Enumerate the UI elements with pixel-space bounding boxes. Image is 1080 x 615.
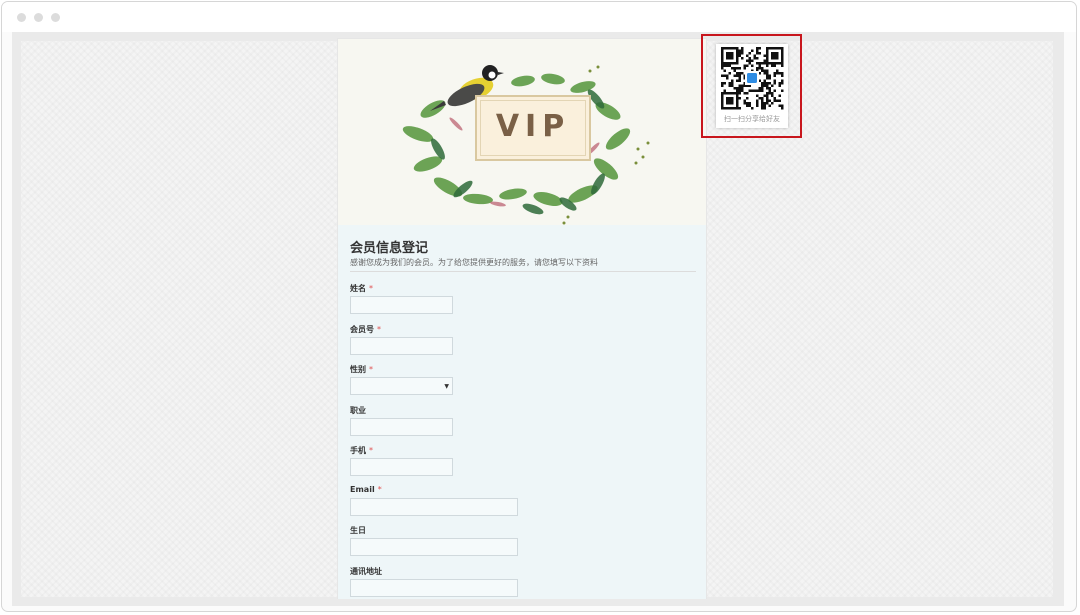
qr-share-panel[interactable]: 扫一扫分享给好友 [716, 44, 788, 128]
vip-badge: VIP [475, 95, 591, 161]
vip-text: VIP [495, 109, 571, 144]
field-label-email: Email * [350, 485, 382, 494]
field-label-birthday: 生日 [350, 526, 366, 535]
form-description: 感谢您成为我们的会员。为了给您提供更好的服务，请您填写以下资料 [350, 258, 598, 267]
field-label-phone: 手机 * [350, 446, 373, 455]
gender-select[interactable]: ▼ [350, 377, 453, 395]
required-mark: * [369, 365, 373, 374]
required-mark: * [369, 284, 373, 293]
field-label-gender: 性别 * [350, 365, 373, 374]
email-input[interactable] [350, 498, 518, 516]
field-label-name: 姓名 * [350, 284, 373, 293]
field-label-address: 通讯地址 [350, 567, 382, 576]
required-mark: * [369, 446, 373, 455]
window-dot-icon[interactable] [51, 13, 60, 22]
window-dot-icon[interactable] [34, 13, 43, 22]
form-title: 会员信息登记 [350, 241, 429, 256]
birthday-input[interactable] [350, 538, 518, 556]
field-label-member-no: 会员号 * [350, 325, 381, 334]
required-mark: * [377, 325, 381, 334]
qr-caption: 扫一扫分享给好友 [724, 115, 780, 123]
browser-window: VIP 会员信息登记 感谢您成为我们的会员。为了给您提供更好的服务，请您填写以下… [1, 1, 1077, 612]
name-input[interactable] [350, 296, 453, 314]
form-divider [350, 271, 696, 272]
occupation-input[interactable] [350, 418, 453, 436]
page-viewport: VIP 会员信息登记 感谢您成为我们的会员。为了给您提供更好的服务，请您填写以下… [12, 32, 1064, 606]
phone-input[interactable] [350, 458, 453, 476]
member-no-input[interactable] [350, 337, 453, 355]
qr-code[interactable] [716, 44, 788, 114]
field-label-occupation: 职业 [350, 406, 366, 415]
form-card: VIP 会员信息登记 感谢您成为我们的会员。为了给您提供更好的服务，请您填写以下… [337, 38, 707, 599]
vip-banner: VIP [338, 39, 706, 225]
window-dot-icon[interactable] [17, 13, 26, 22]
window-titlebar [2, 2, 1076, 32]
required-mark: * [377, 485, 382, 494]
qr-center-logo-icon [747, 73, 757, 83]
address-input[interactable] [350, 579, 518, 597]
dropdown-arrow-icon: ▼ [444, 383, 449, 390]
